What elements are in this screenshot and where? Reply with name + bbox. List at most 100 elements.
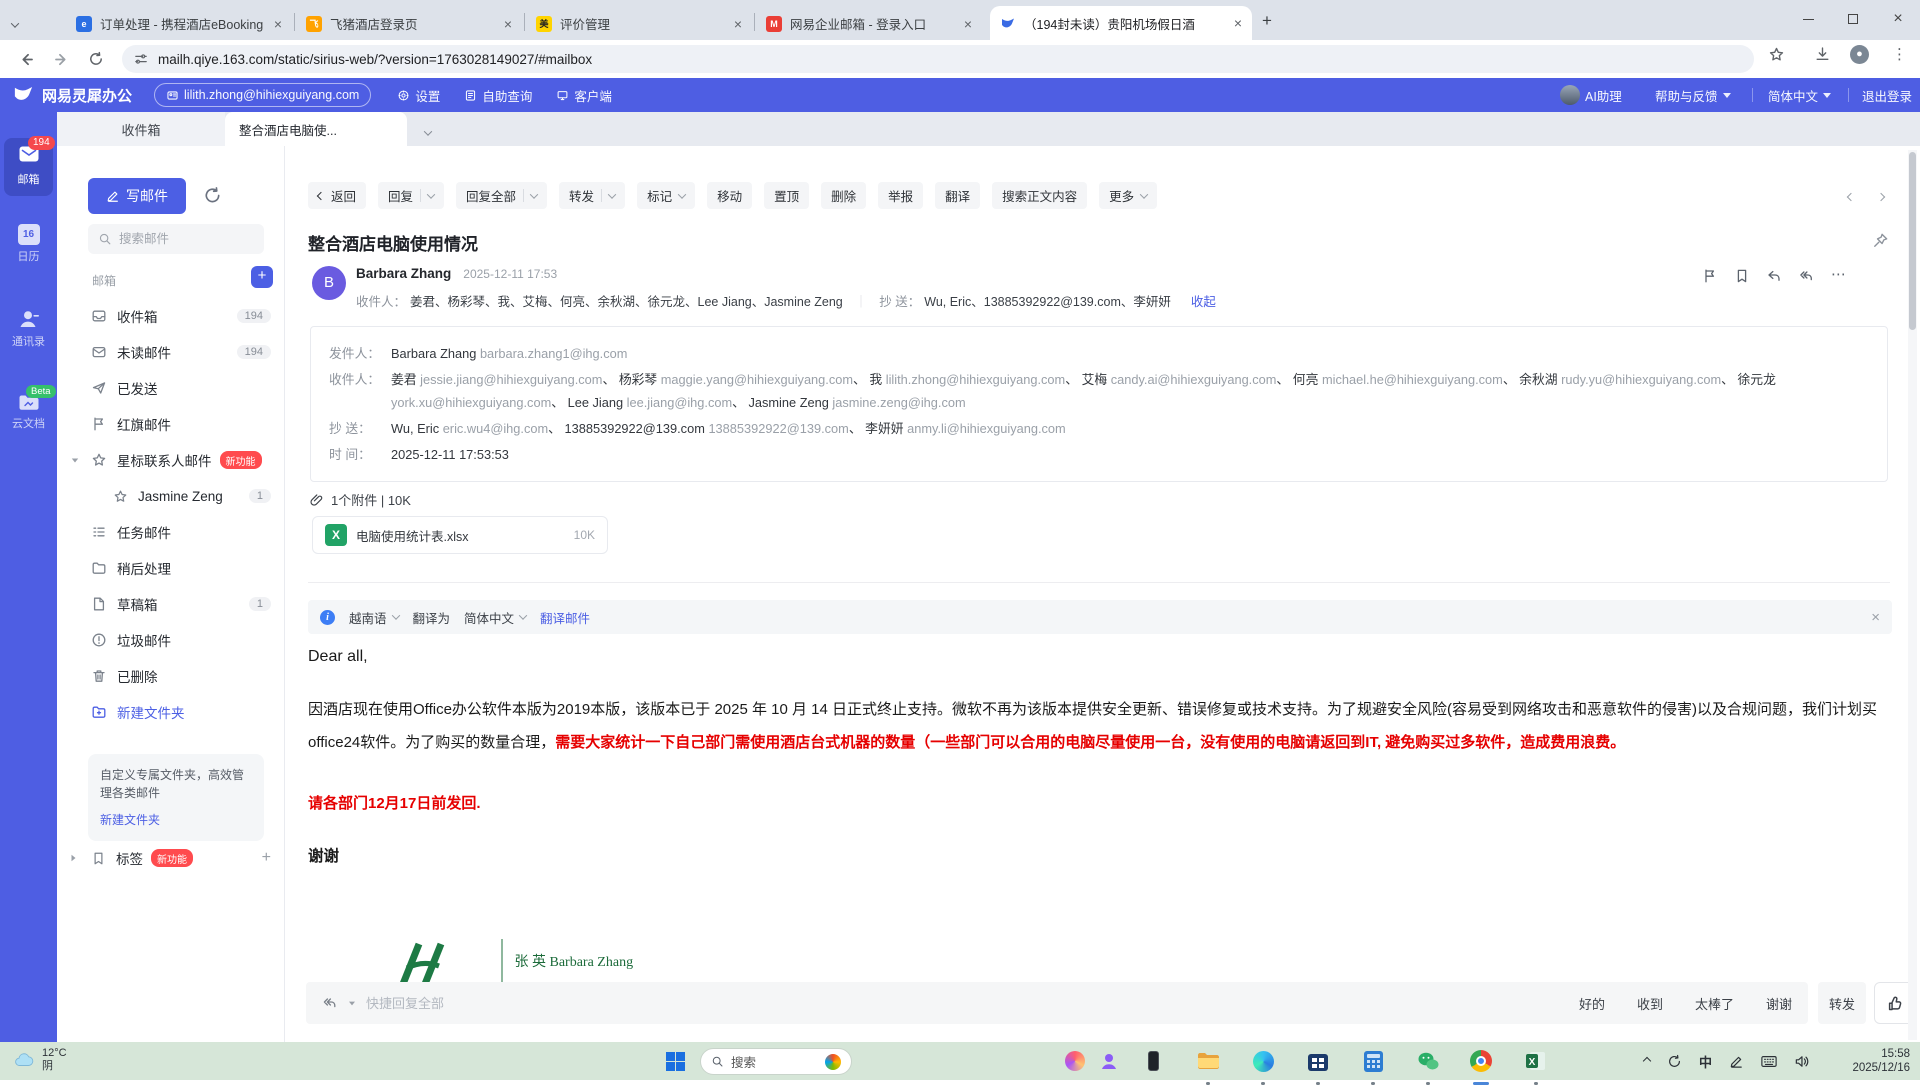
window-close-button[interactable]: × (1876, 0, 1920, 38)
browser-tab-review[interactable]: 美 评价管理 × (526, 7, 752, 40)
target-language-dropdown[interactable]: 简体中文 (464, 608, 528, 627)
reply-button[interactable]: 回复 (378, 182, 445, 209)
taskbar-phone-link-icon[interactable] (1140, 1048, 1166, 1074)
language-menu[interactable]: 简体中文 (1768, 86, 1832, 105)
touch-keyboard-icon[interactable] (1761, 1055, 1777, 1068)
rail-item-calendar[interactable]: 16 日历 (0, 224, 57, 264)
logout-button[interactable]: 退出登录 (1862, 86, 1912, 105)
taskbar-store-icon[interactable] (1305, 1048, 1331, 1085)
recipient-name[interactable]: Jasmine Zeng (748, 395, 828, 410)
weather-widget[interactable]: 12°C 阴 (14, 1047, 67, 1073)
mail-search-box[interactable] (88, 224, 264, 254)
rail-item-contacts[interactable]: 通讯录 (0, 308, 57, 349)
bookmark-mail-icon[interactable] (1734, 268, 1750, 284)
taskbar-edge-icon[interactable] (1250, 1048, 1276, 1085)
caret-down-icon[interactable] (1139, 189, 1149, 199)
folder-drafts[interactable]: 草稿箱 1 (57, 586, 285, 622)
suggestion-ok[interactable]: 好的 (1579, 994, 1605, 1013)
mark-button[interactable]: 标记 (637, 182, 696, 209)
profile-avatar-icon[interactable]: ● (1850, 45, 1869, 64)
mail-tab-current[interactable]: 整合酒店电脑使... (225, 112, 407, 146)
reload-icon[interactable] (88, 51, 104, 67)
back-button[interactable]: 返回 (308, 182, 367, 209)
taskbar-calculator-icon[interactable] (1360, 1048, 1386, 1085)
compose-button[interactable]: 写邮件 (88, 178, 186, 214)
delete-button[interactable]: 删除 (821, 182, 867, 209)
forward-icon[interactable] (53, 51, 70, 68)
caret-down-icon[interactable] (677, 189, 687, 199)
taskbar-people-icon[interactable] (1096, 1048, 1122, 1074)
more-actions-icon[interactable]: ⋯ (1831, 267, 1846, 284)
sender-name[interactable]: Barbara Zhang (356, 266, 451, 281)
add-folder-button[interactable]: + (251, 266, 273, 288)
report-button[interactable]: 举报 (878, 182, 924, 209)
recipient-name[interactable]: 我 (869, 372, 882, 387)
pin-top-button[interactable]: 置顶 (764, 182, 810, 209)
recipient-name[interactable]: 艾梅 (1082, 372, 1108, 387)
attachment-chip[interactable]: X 电脑使用统计表.xlsx 10K (312, 516, 608, 554)
tab-close-icon[interactable]: × (1234, 15, 1242, 31)
expand-caret-icon[interactable] (71, 854, 76, 862)
from-name[interactable]: Barbara Zhang (391, 346, 476, 361)
new-tab-button[interactable]: + (1262, 11, 1272, 31)
folder-junk[interactable]: 垃圾邮件 (57, 622, 285, 658)
pane-scrollbar[interactable] (1908, 150, 1917, 1040)
tab-close-icon[interactable]: × (734, 16, 742, 32)
update-tray-icon[interactable] (1667, 1054, 1682, 1069)
taskbar-explorer-icon[interactable] (1195, 1048, 1221, 1085)
settings-button[interactable]: 设置 (397, 86, 440, 105)
tags-row[interactable]: 标签 新功能 + (57, 840, 285, 876)
folder-unread[interactable]: 未读邮件 194 (57, 334, 285, 370)
detected-language-dropdown[interactable]: 越南语 (349, 608, 400, 627)
address-bar[interactable]: mailh.qiye.163.com/static/sirius-web/?ve… (122, 45, 1754, 73)
folder-later[interactable]: 稍后处理 (57, 550, 285, 586)
reply-mail-icon[interactable] (1766, 268, 1782, 284)
more-button[interactable]: 更多 (1099, 182, 1158, 209)
new-folder-button[interactable]: 新建文件夹 (57, 694, 285, 730)
scrollbar-thumb[interactable] (1909, 152, 1916, 330)
taskbar-chrome-icon[interactable] (1468, 1048, 1494, 1085)
taskbar-widgets-icon[interactable] (1062, 1048, 1088, 1074)
folder-starred-jasmine[interactable]: Jasmine Zeng 1 (57, 478, 285, 514)
recipient-name[interactable]: 姜君 (391, 372, 417, 387)
collapse-link[interactable]: 收起 (1191, 291, 1216, 310)
search-body-button[interactable]: 搜索正文内容 (992, 182, 1088, 209)
cc-name[interactable]: 13885392922@139.com (565, 421, 705, 436)
cc-name[interactable]: 李妍妍 (865, 421, 903, 436)
start-button[interactable] (662, 1048, 688, 1074)
translate-button[interactable]: 翻译 (935, 182, 981, 209)
translate-mail-link[interactable]: 翻译邮件 (540, 608, 590, 627)
recipient-name[interactable]: 余秋湖 (1519, 372, 1557, 387)
tab-close-icon[interactable]: × (504, 16, 512, 32)
ime-indicator[interactable]: 中 (1699, 1052, 1712, 1071)
client-button[interactable]: 客户端 (556, 86, 612, 105)
folder-flagged[interactable]: 红旗邮件 (57, 406, 285, 442)
folder-inbox[interactable]: 收件箱 194 (57, 298, 285, 334)
browser-tab-fliggy[interactable]: 飞 飞猪酒店登录页 × (296, 7, 522, 40)
mail-search-input[interactable] (119, 232, 239, 246)
forward-button[interactable]: 转发 (559, 182, 626, 209)
folder-sent[interactable]: 已发送 (57, 370, 285, 406)
recipient-name[interactable]: 何亮 (1293, 372, 1319, 387)
rail-item-docs[interactable]: 云文档 Beta (0, 385, 57, 431)
add-tag-button[interactable]: + (262, 849, 271, 867)
window-maximize-button[interactable] (1831, 0, 1875, 38)
tab-close-icon[interactable]: × (964, 16, 972, 32)
tab-list-chevron-icon[interactable] (423, 124, 433, 139)
promo-new-folder-link[interactable]: 新建文件夹 (100, 811, 252, 829)
caret-down-icon[interactable] (426, 189, 436, 199)
reply-mode-caret-icon[interactable] (349, 1001, 355, 1005)
forward-quick-button[interactable]: 转发 (1818, 982, 1866, 1024)
rail-item-mail[interactable]: 邮箱 194 (0, 136, 57, 187)
window-minimize-button[interactable] (1786, 0, 1830, 38)
caret-down-icon[interactable] (529, 189, 539, 199)
reply-all-mail-icon[interactable] (1798, 268, 1815, 284)
folder-tasks[interactable]: 任务邮件 (57, 514, 285, 550)
quick-reply-icon[interactable] (322, 995, 338, 1011)
expand-caret-icon[interactable] (71, 458, 79, 462)
quick-reply-bar[interactable]: 好的 收到 太棒了 谢谢 (306, 982, 1808, 1024)
bookmark-star-icon[interactable] (1768, 46, 1785, 63)
mail-tab-inbox[interactable]: 收件箱 (57, 112, 225, 146)
pen-tray-icon[interactable] (1729, 1054, 1744, 1069)
folder-starred-contacts[interactable]: 星标联系人邮件 新功能 (57, 442, 285, 478)
